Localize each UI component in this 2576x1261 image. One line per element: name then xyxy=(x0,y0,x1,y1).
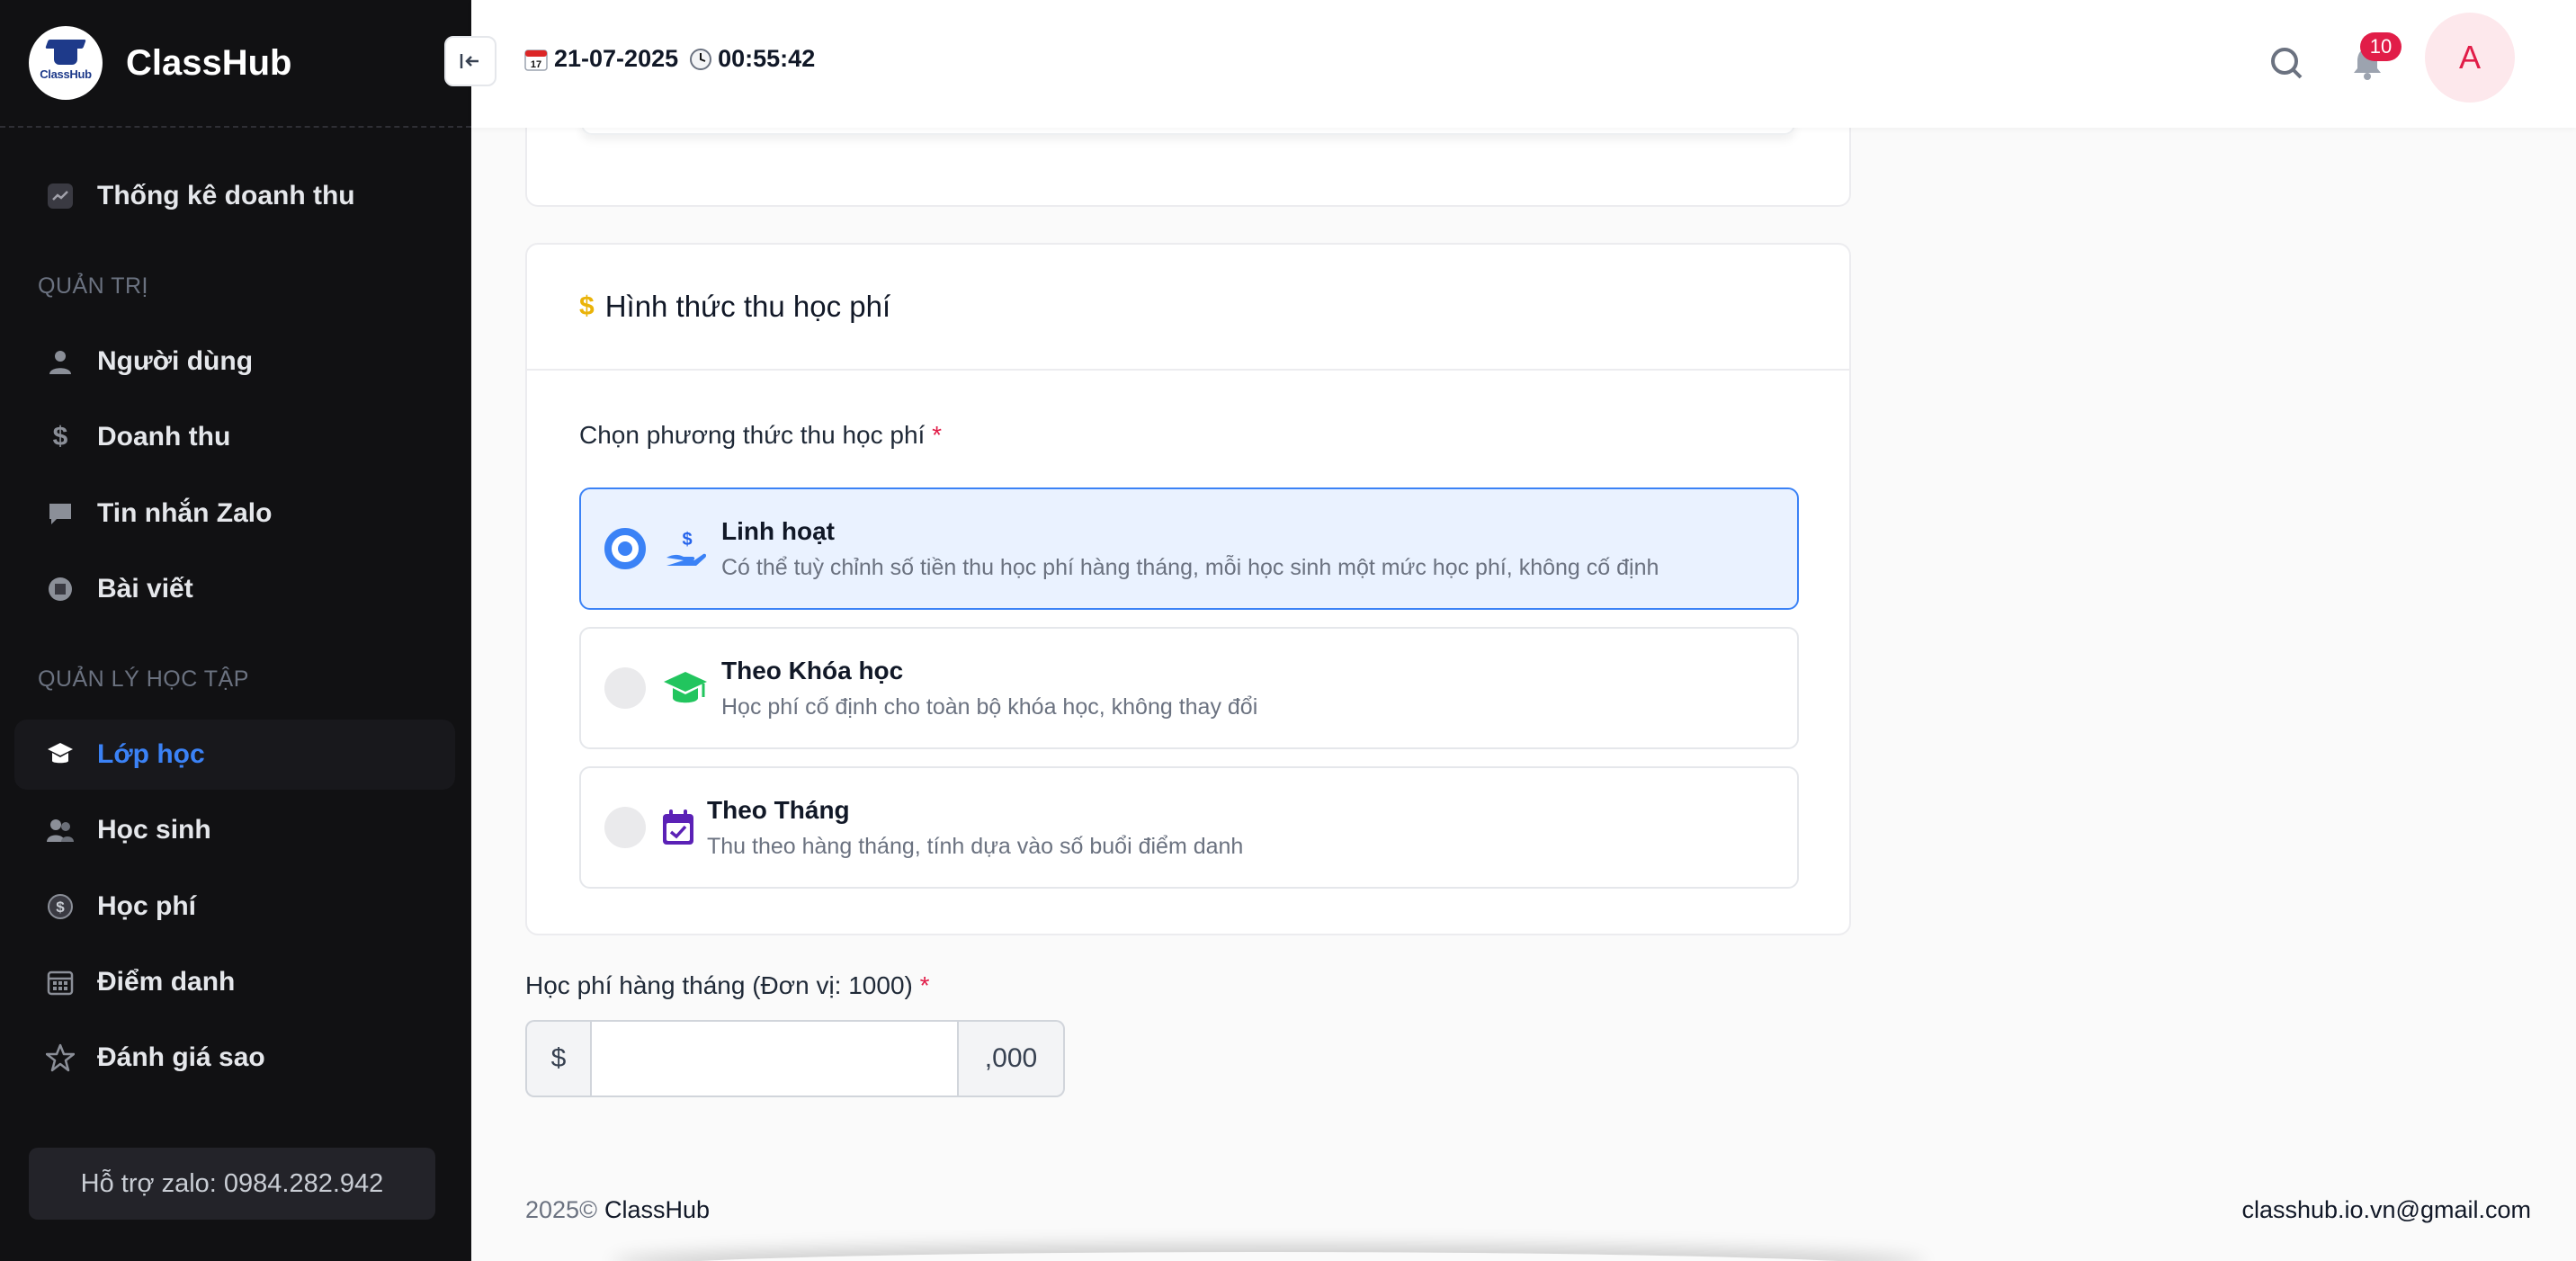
fee-option-text: Linh hoạt Có thể tuỳ chỉnh số tiền thu h… xyxy=(721,517,1659,581)
fee-method-label: Chọn phương thức thu học phí * xyxy=(579,421,942,450)
svg-text:17: 17 xyxy=(531,59,541,70)
monthly-fee-label: Học phí hàng tháng (Đơn vị: 1000) * xyxy=(525,971,930,1000)
user-icon xyxy=(45,346,76,377)
sidebar-item-tuition[interactable]: $ Học phí xyxy=(14,872,455,942)
sidebar-item-star-rating[interactable]: Đánh giá sao xyxy=(14,1023,455,1093)
zalo-support[interactable]: Hỗ trợ zalo: 0984.282.942 xyxy=(29,1148,435,1220)
dollar-icon: $ xyxy=(52,422,68,452)
thousand-suffix: ,000 xyxy=(959,1020,1065,1097)
sidebar-item-revenue[interactable]: $ Doanh thu xyxy=(14,402,455,472)
fee-option-title: Linh hoạt xyxy=(721,516,835,545)
current-time: 00:55:42 xyxy=(718,45,816,72)
sidebar-item-label: Học sinh xyxy=(97,815,211,845)
clock-icon xyxy=(690,48,712,70)
notification-count-badge: 10 xyxy=(2360,32,2402,61)
currency-prefix: $ xyxy=(525,1020,590,1097)
footer-year: 2025© xyxy=(525,1196,597,1223)
star-icon xyxy=(45,1042,76,1073)
search-button[interactable] xyxy=(2261,38,2312,88)
fee-option-desc: Có thể tuỳ chỉnh số tiền thu học phí hàn… xyxy=(721,554,1659,580)
fee-option-text: Theo Tháng Thu theo hàng tháng, tính dựa… xyxy=(707,796,1243,860)
dollar-icon: $ xyxy=(579,291,595,321)
sidebar-item-classes[interactable]: Lớp học xyxy=(14,720,455,790)
brand[interactable]: ClassHub ClassHub xyxy=(0,0,471,128)
class-icon xyxy=(45,739,76,770)
radio-course[interactable] xyxy=(604,667,646,709)
svg-text:$: $ xyxy=(56,899,65,916)
fee-option-desc: Thu theo hàng tháng, tính dựa vào số buổ… xyxy=(707,833,1244,859)
sidebar-item-users[interactable]: Người dùng xyxy=(14,326,455,397)
graduation-cap-icon xyxy=(54,45,77,65)
logo-text: ClassHub xyxy=(40,67,92,81)
fee-option-title: Theo Khóa học xyxy=(721,656,904,684)
user-avatar[interactable]: A xyxy=(2425,13,2515,103)
fee-option-course[interactable]: Theo Khóa học Học phí cố định cho toàn b… xyxy=(579,627,1799,749)
calendar-emoji-icon: 17 xyxy=(524,49,548,71)
sidebar-item-label: Bài viết xyxy=(97,574,193,604)
monthly-fee-input[interactable] xyxy=(590,1020,959,1097)
svg-text:$: $ xyxy=(682,530,692,550)
datetime: 17 21-07-2025 00:55:42 xyxy=(523,45,815,73)
footer-brand[interactable]: ClassHub xyxy=(604,1196,710,1223)
sidebar-item-zalo-messages[interactable]: Tin nhắn Zalo xyxy=(14,478,455,549)
monthly-fee-input-group: $ ,000 xyxy=(525,1020,1065,1097)
fee-option-text: Theo Khóa học Học phí cố định cho toàn b… xyxy=(721,657,1257,720)
sidebar-item-label: Doanh thu xyxy=(97,422,231,452)
footer-copyright: 2025© ClassHub xyxy=(525,1196,710,1224)
section-label-learning: QUẢN LÝ HỌC TẬP xyxy=(38,666,249,692)
sidebar: ClassHub ClassHub Thống kê doanh thu QUẢ… xyxy=(0,0,471,1261)
fee-method-title: Hình thức thu học phí xyxy=(604,290,891,323)
required-mark: * xyxy=(919,971,930,999)
fee-method-card: $ Hình thức thu học phí Chọn phương thức… xyxy=(525,243,1851,935)
article-icon xyxy=(45,574,76,604)
collapse-arrow-icon xyxy=(460,54,479,68)
brand-name: ClassHub xyxy=(126,42,292,83)
radio-monthly[interactable] xyxy=(604,807,646,848)
sidebar-item-label: Lớp học xyxy=(97,739,205,769)
required-mark: * xyxy=(932,421,943,449)
footer-email[interactable]: classhub.io.vn@gmail.com xyxy=(2241,1196,2531,1224)
current-date: 21-07-2025 xyxy=(554,45,679,72)
section-label-admin: QUẢN TRỊ xyxy=(38,273,148,299)
calendar-check-icon xyxy=(660,802,696,853)
fee-coin-icon: $ xyxy=(45,891,76,922)
monthly-fee-label-text: Học phí hàng tháng (Đơn vị: 1000) xyxy=(525,971,913,999)
sidebar-item-label: Người dùng xyxy=(97,346,254,376)
sidebar-item-students[interactable]: Học sinh xyxy=(14,795,455,865)
logo: ClassHub xyxy=(29,26,103,100)
sidebar-item-attendance[interactable]: Điểm danh xyxy=(14,947,455,1017)
chart-icon xyxy=(45,181,76,211)
fee-method-card-header: $ Hình thức thu học phí xyxy=(527,245,1849,371)
bottom-shadow xyxy=(612,1252,1925,1261)
collapse-sidebar-button[interactable] xyxy=(444,36,496,86)
radio-flexible[interactable] xyxy=(604,528,646,569)
fee-option-flexible[interactable]: $ Linh hoạt Có thể tuỳ chỉnh số tiền thu… xyxy=(579,487,1799,610)
hand-money-icon: $ xyxy=(660,523,711,574)
students-icon xyxy=(45,815,76,845)
sidebar-item-label: Học phí xyxy=(97,891,196,921)
fee-option-title: Theo Tháng xyxy=(707,795,850,824)
sidebar-item-label: Thống kê doanh thu xyxy=(97,181,355,210)
fee-option-monthly[interactable]: Theo Tháng Thu theo hàng tháng, tính dựa… xyxy=(579,766,1799,889)
search-icon xyxy=(2271,48,2303,79)
sidebar-item-articles[interactable]: Bài viết xyxy=(14,554,455,624)
fee-method-label-text: Chọn phương thức thu học phí xyxy=(579,421,926,449)
sidebar-item-label: Điểm danh xyxy=(97,967,236,997)
message-icon xyxy=(45,498,76,529)
fee-option-desc: Học phí cố định cho toàn bộ khóa học, kh… xyxy=(721,693,1258,720)
sidebar-item-label: Đánh giá sao xyxy=(97,1042,265,1072)
calendar-icon xyxy=(45,967,76,997)
graduation-cap-icon xyxy=(660,663,711,713)
sidebar-item-label: Tin nhắn Zalo xyxy=(97,498,273,528)
sidebar-item-revenue-stats[interactable]: Thống kê doanh thu xyxy=(14,161,455,231)
topbar: 17 21-07-2025 00:55:42 10 A xyxy=(471,0,2576,128)
